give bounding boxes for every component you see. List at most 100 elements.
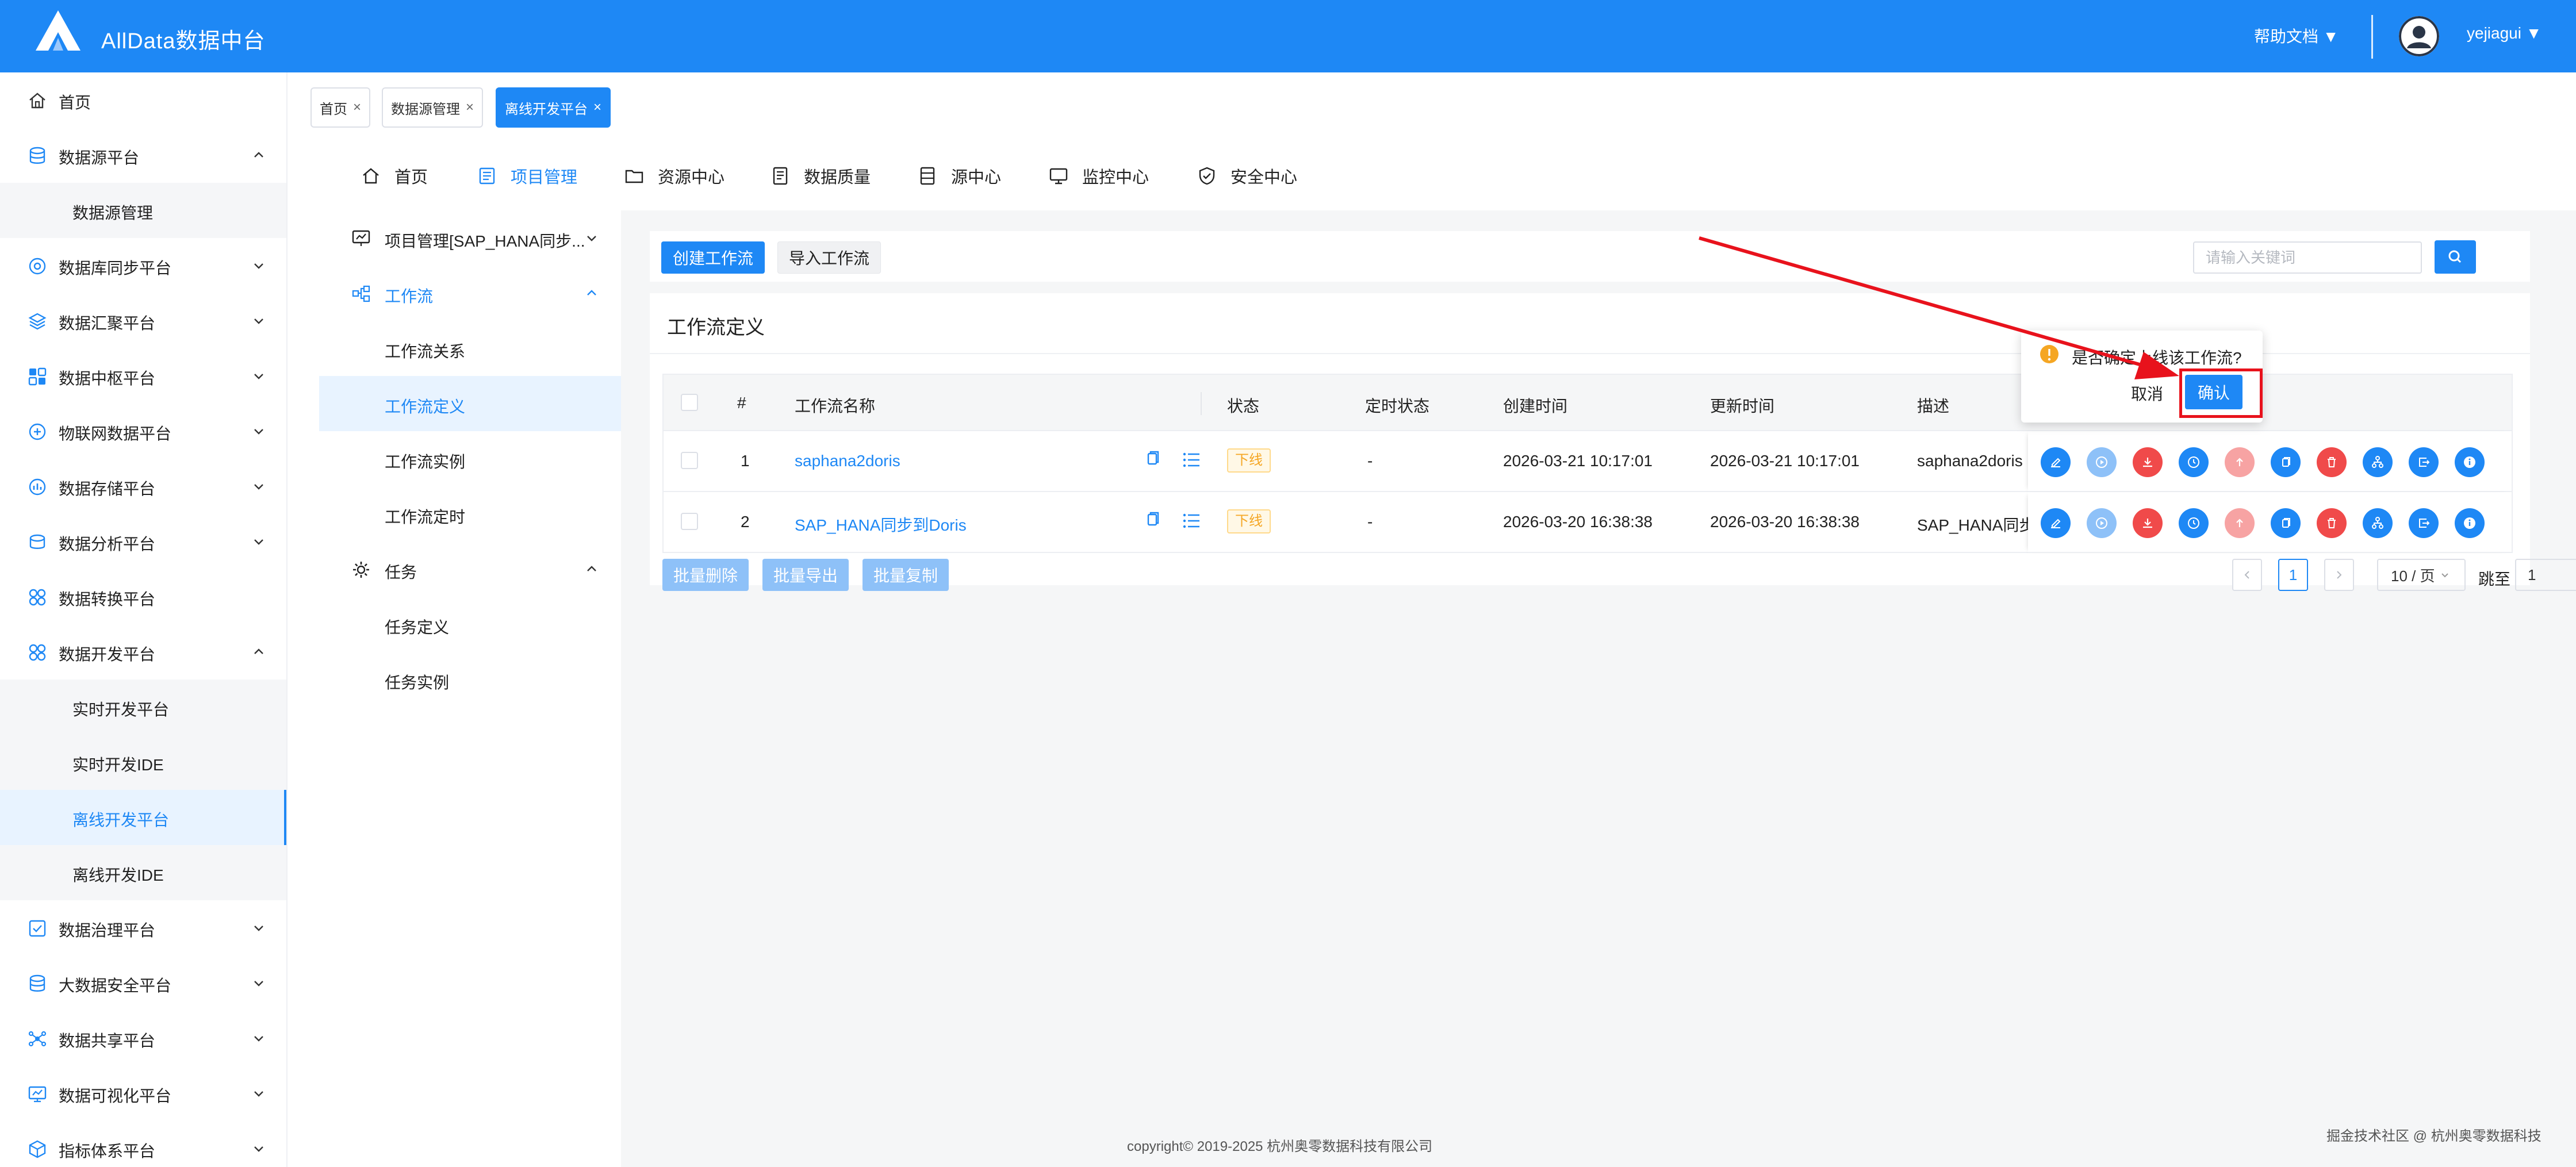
created-time: 2026-03-20 16:38:38	[1503, 513, 1653, 531]
timing-button[interactable]	[2179, 508, 2209, 538]
export-button[interactable]	[2409, 508, 2439, 538]
sidebar-item-offline-ide[interactable]: 离线开发IDE	[0, 845, 286, 900]
page-tab-home[interactable]: 首页 ×	[310, 87, 371, 128]
sub-group-workflow[interactable]: 工作流	[319, 266, 622, 321]
edit-button[interactable]	[2041, 508, 2071, 538]
copy-icon[interactable]	[1141, 448, 1164, 471]
search-input[interactable]	[2193, 241, 2422, 274]
select-all-checkbox[interactable]	[681, 394, 698, 411]
user-menu[interactable]: yejiagui ▼	[2467, 24, 2542, 43]
list-icon[interactable]	[1180, 448, 1203, 471]
page-tab-datasource[interactable]: 数据源管理 ×	[382, 87, 484, 128]
project-selector[interactable]: 项目管理[SAP_HANA同步...	[319, 210, 622, 266]
gear-icon	[353, 562, 369, 578]
online-button[interactable]	[2133, 508, 2163, 538]
cancel-button[interactable]: 取消	[2122, 377, 2172, 409]
sidebar-item-offline-platform[interactable]: 离线开发平台	[0, 790, 286, 845]
sidebar-item-label: 数据汇聚平台	[59, 314, 156, 332]
create-workflow-button[interactable]: 创建工作流	[661, 241, 765, 274]
sub-item-workflow-definition[interactable]: 工作流定义	[319, 376, 622, 431]
page-tab-offline[interactable]: 离线开发平台 ×	[496, 87, 611, 128]
export-button[interactable]	[2409, 447, 2439, 477]
sub-item-task-definition[interactable]: 任务定义	[319, 597, 622, 652]
upload-button[interactable]	[2225, 508, 2255, 538]
edit-button[interactable]	[2041, 447, 2071, 477]
copy-icon	[2282, 518, 2290, 528]
sidebar-item-visualization[interactable]: 数据可视化平台	[0, 1066, 286, 1121]
sidebar-item-data-converge[interactable]: 数据汇聚平台	[0, 293, 286, 348]
upload-button[interactable]	[2225, 447, 2255, 477]
top-nav-security[interactable]: 安全中心	[1197, 159, 1297, 193]
sub-item-task-instance[interactable]: 任务实例	[319, 652, 622, 707]
download-icon	[2143, 458, 2152, 467]
info-button[interactable]	[2455, 447, 2485, 477]
list-icon[interactable]	[1180, 509, 1203, 532]
batch-delete-button[interactable]: 批量删除	[662, 559, 749, 591]
column-resizer[interactable]	[1201, 392, 1202, 415]
sidebar-item-data-hub[interactable]: 数据中枢平台	[0, 348, 286, 404]
prev-page-button[interactable]	[2232, 559, 2262, 591]
help-docs-menu[interactable]: 帮助文档 ▼	[2254, 24, 2339, 47]
sidebar-item-bigdata-security[interactable]: 大数据安全平台	[0, 955, 286, 1011]
top-nav-monitor[interactable]: 监控中心	[1049, 159, 1149, 193]
top-nav-source-center[interactable]: 源中心	[918, 159, 1001, 193]
close-icon[interactable]: ×	[353, 99, 361, 116]
sidebar-item-governance[interactable]: 数据治理平台	[0, 900, 286, 955]
page-size-select[interactable]: 10 / 页	[2377, 559, 2466, 591]
sub-group-task[interactable]: 任务	[319, 542, 622, 597]
top-nav-project[interactable]: 项目管理	[477, 159, 577, 193]
sub-item-workflow-relation[interactable]: 工作流关系	[319, 321, 622, 376]
sidebar-item-share[interactable]: 数据共享平台	[0, 1011, 286, 1066]
tree-button[interactable]	[2363, 447, 2393, 477]
copy-button[interactable]	[2271, 508, 2301, 538]
tree-icon	[2372, 456, 2383, 468]
next-page-button[interactable]	[2324, 559, 2354, 591]
logo-icon	[36, 10, 80, 51]
batch-export-button[interactable]: 批量导出	[762, 559, 849, 591]
close-icon[interactable]: ×	[593, 99, 601, 116]
operations-row	[2028, 431, 2513, 492]
sidebar-item-storage[interactable]: 数据存储平台	[0, 459, 286, 514]
presentation-icon	[352, 230, 370, 246]
jump-input[interactable]: 1	[2515, 559, 2576, 591]
quality-icon	[773, 167, 788, 185]
timing-button[interactable]	[2179, 447, 2209, 477]
sidebar-item-db-sync[interactable]: 数据库同步平台	[0, 238, 286, 293]
sub-item-workflow-instance[interactable]: 工作流实例	[319, 431, 622, 486]
sidebar-item-datasource-manage[interactable]: 数据源管理	[0, 183, 286, 238]
run-button[interactable]	[2087, 447, 2117, 477]
sidebar-item-home[interactable]: 首页	[0, 72, 286, 128]
sidebar-item-metrics[interactable]: 指标体系平台	[0, 1121, 286, 1167]
sidebar-item-realtime-ide[interactable]: 实时开发IDE	[0, 735, 286, 790]
sidebar-item-develop[interactable]: 数据开发平台	[0, 624, 286, 680]
tree-button[interactable]	[2363, 508, 2393, 538]
sidebar-item-iot[interactable]: 物联网数据平台	[0, 404, 286, 459]
workflow-name-link[interactable]: SAP_HANA同步到Doris	[795, 513, 967, 536]
top-nav-resources[interactable]: 资源中心	[624, 159, 724, 193]
workflow-name-link[interactable]: saphana2doris	[795, 452, 900, 470]
run-button[interactable]	[2087, 508, 2117, 538]
delete-button[interactable]	[2317, 447, 2347, 477]
top-nav-quality[interactable]: 数据质量	[770, 159, 871, 193]
import-workflow-button[interactable]: 导入工作流	[777, 241, 881, 274]
sidebar-item-label: 数据源管理	[72, 204, 154, 222]
avatar[interactable]	[2399, 16, 2439, 56]
sub-item-workflow-timing[interactable]: 工作流定时	[319, 486, 622, 542]
online-button[interactable]	[2133, 447, 2163, 477]
sidebar-item-transform[interactable]: 数据转换平台	[0, 569, 286, 624]
batch-copy-button[interactable]: 批量复制	[862, 559, 949, 591]
delete-button[interactable]	[2317, 508, 2347, 538]
copy-button[interactable]	[2271, 447, 2301, 477]
close-icon[interactable]: ×	[466, 99, 474, 116]
info-button[interactable]	[2455, 508, 2485, 538]
sidebar-item-realtime-platform[interactable]: 实时开发平台	[0, 680, 286, 735]
page-number[interactable]: 1	[2278, 559, 2308, 591]
top-nav-home[interactable]: 首页	[361, 159, 428, 193]
toolbar: 创建工作流 导入工作流	[650, 231, 2530, 282]
row-checkbox[interactable]	[681, 452, 698, 469]
copy-icon[interactable]	[1141, 509, 1164, 532]
search-button[interactable]	[2435, 240, 2476, 274]
sidebar-item-datasource-platform[interactable]: 数据源平台	[0, 128, 286, 183]
row-checkbox[interactable]	[681, 513, 698, 530]
sidebar-item-analysis[interactable]: 数据分析平台	[0, 514, 286, 569]
